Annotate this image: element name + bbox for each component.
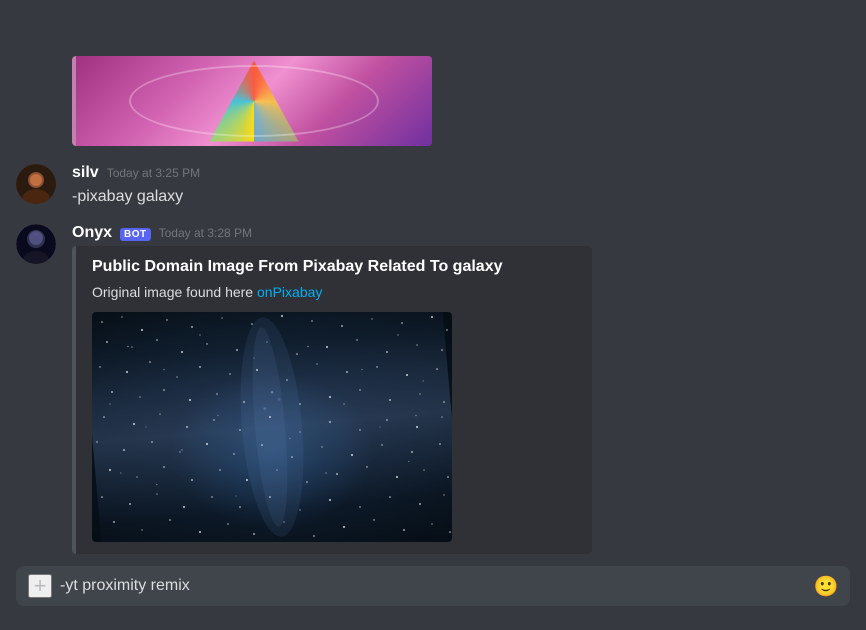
prev-embed [72,56,432,148]
message-group-onyx: Onyx BOT Today at 3:28 PM Public Domain … [16,220,850,562]
chat-area: silv Today at 3:25 PM -pixabay galaxy On… [0,0,866,566]
embed-image-container [92,312,576,542]
message-group-silv: silv Today at 3:25 PM -pixabay galaxy [16,160,850,216]
message-header-silv: silv Today at 3:25 PM [72,164,850,182]
galaxy-background [92,312,452,542]
chat-input[interactable] [60,566,806,606]
emoji-icon: 🙂 [814,574,839,599]
embed-desc-prefix: Original image found here [92,284,253,300]
timestamp-silv: Today at 3:25 PM [107,166,200,180]
embed-title: Public Domain Image From Pixabay Related… [92,258,576,276]
avatar-onyx [16,224,56,264]
embed-pixabay-name[interactable]: Pixabay [273,284,323,300]
message-group-prev [16,52,850,156]
message-content-onyx: Onyx BOT Today at 3:28 PM Public Domain … [72,224,850,554]
username-onyx: Onyx [72,224,112,242]
message-header-onyx: Onyx BOT Today at 3:28 PM [72,224,850,242]
input-area: + 🙂 [0,566,866,630]
avatar-silv-img [16,164,56,204]
embed-description: Original image found here onPixabay [92,284,576,300]
embed-galaxy-image [92,312,452,542]
bot-badge-onyx: BOT [120,228,151,241]
embed-card-onyx: Public Domain Image From Pixabay Related… [72,246,592,554]
stars-svg [92,312,452,542]
username-silv: silv [72,164,99,182]
embed-pixabay-link[interactable]: on [257,284,273,300]
avatar-onyx-img [16,224,56,264]
timestamp-onyx: Today at 3:28 PM [159,226,252,240]
input-container: + 🙂 [16,566,850,606]
message-text-silv: -pixabay galaxy [72,186,850,208]
plus-icon: + [34,573,47,599]
prev-embed-image [72,56,432,146]
emoji-button[interactable]: 🙂 [814,574,838,598]
message-content-silv: silv Today at 3:25 PM -pixabay galaxy [72,164,850,208]
avatar-silv [16,164,56,204]
add-attachment-button[interactable]: + [28,574,52,598]
